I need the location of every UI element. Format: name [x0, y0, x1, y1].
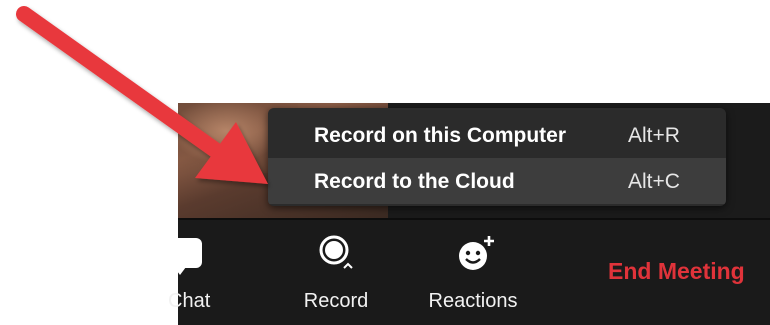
record-icon	[319, 235, 353, 269]
menu-item-label: Record to the Cloud	[314, 170, 515, 193]
menu-item-record-cloud[interactable]: Record to the Cloud Alt+C	[268, 158, 726, 204]
record-button[interactable]: Record	[296, 220, 376, 325]
screenshot-canvas: Chat Record Reactions End Meeting Record…	[0, 0, 770, 325]
meeting-toolbar: Chat Record Reactions End Meeting	[168, 218, 770, 325]
menu-item-shortcut: Alt+C	[628, 170, 680, 193]
menu-item-label: Record on this Computer	[314, 124, 567, 147]
reactions-button[interactable]: Reactions	[418, 220, 528, 325]
smiley-plus-icon	[459, 236, 494, 270]
end-meeting-button[interactable]: End Meeting	[608, 258, 745, 285]
reactions-label: Reactions	[428, 290, 518, 312]
chat-label: Chat	[168, 290, 211, 312]
chat-button[interactable]: Chat	[168, 220, 228, 325]
record-menu: Record on this Computer Alt+R Record to …	[268, 108, 726, 206]
record-label: Record	[303, 290, 369, 312]
chat-icon	[168, 238, 202, 275]
menu-item-record-computer[interactable]: Record on this Computer Alt+R	[268, 112, 726, 158]
chevron-up-icon	[343, 262, 353, 269]
menu-item-shortcut: Alt+R	[628, 124, 680, 147]
